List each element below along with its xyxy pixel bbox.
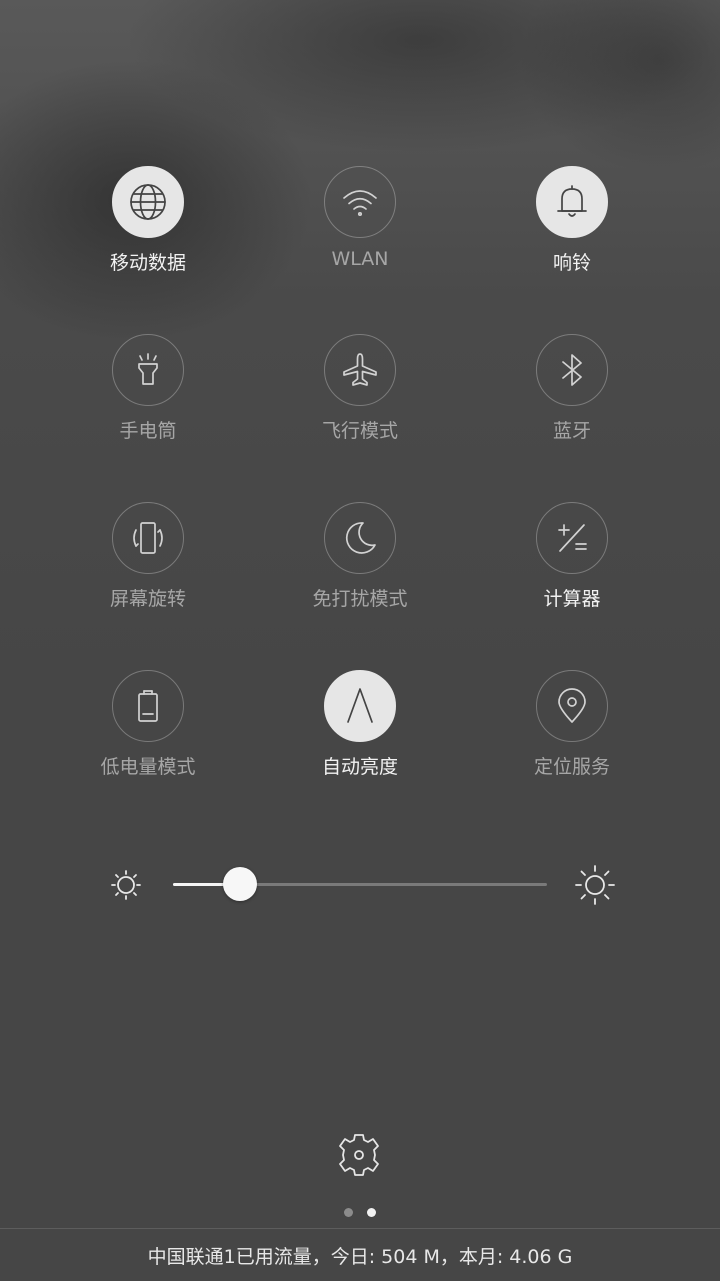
wifi-icon (343, 190, 377, 217)
flashlight-icon (138, 353, 158, 385)
tile-calculator-button[interactable] (536, 502, 608, 574)
tile-airplane-mode[interactable]: 飞行模式 (270, 334, 450, 474)
calculator-icon (558, 524, 587, 552)
airplane-icon (343, 353, 377, 386)
tile-mobile-data-label: 移动数据 (109, 252, 186, 274)
tile-bluetooth[interactable]: 蓝牙 (482, 334, 662, 474)
tile-location-services-button[interactable] (536, 670, 608, 742)
tile-screen-rotation-button[interactable] (112, 502, 184, 574)
page-dot-2-active[interactable] (367, 1208, 376, 1217)
tile-wlan[interactable]: WLAN (270, 166, 450, 306)
page-dot-1[interactable] (344, 1208, 353, 1217)
tile-screen-rotation[interactable]: 屏幕旋转 (58, 502, 238, 642)
tile-airplane-mode-button[interactable] (324, 334, 396, 406)
tile-bluetooth-button[interactable] (536, 334, 608, 406)
tile-flashlight[interactable]: 手电筒 (58, 334, 238, 474)
tile-flashlight-button[interactable] (112, 334, 184, 406)
tile-bluetooth-label: 蓝牙 (552, 420, 591, 442)
tile-ring[interactable]: 响铃 (482, 166, 662, 306)
tile-low-power-mode-button[interactable] (112, 670, 184, 742)
tile-do-not-disturb-label: 免打扰模式 (312, 588, 408, 610)
page-indicator (0, 1208, 720, 1218)
data-usage-footer: 中国联通1已用流量，今日: 504 M，本月: 4.06 G (0, 1228, 720, 1281)
tile-flashlight-label: 手电筒 (119, 420, 177, 442)
settings-button[interactable] (334, 1130, 384, 1180)
tile-location-services-label: 定位服务 (533, 756, 610, 778)
brightness-slider[interactable] (173, 867, 547, 901)
tile-mobile-data-button[interactable] (112, 166, 184, 238)
tile-wlan-label: WLAN (331, 248, 389, 270)
tile-airplane-mode-label: 飞行模式 (321, 420, 398, 442)
brightness-slider-thumb[interactable] (223, 867, 258, 901)
auto-brightness-icon (347, 688, 373, 723)
tile-calculator-label: 计算器 (543, 588, 601, 610)
tile-calculator[interactable]: 计算器 (482, 502, 662, 642)
data-usage-text: 中国联通1已用流量，今日: 504 M，本月: 4.06 G (147, 1245, 573, 1268)
tile-do-not-disturb-button[interactable] (324, 502, 396, 574)
bluetooth-icon (562, 354, 582, 386)
tile-low-power-mode[interactable]: 低电量模式 (58, 670, 238, 810)
globe-icon (130, 184, 166, 220)
location-pin-icon (558, 688, 586, 723)
tile-auto-brightness-button[interactable] (324, 670, 396, 742)
moon-icon (345, 522, 376, 554)
tile-low-power-mode-label: 低电量模式 (100, 756, 196, 778)
sun-small-icon (108, 865, 144, 909)
bell-icon (557, 185, 587, 217)
tile-ring-label: 响铃 (552, 252, 591, 274)
sun-large-icon (572, 862, 618, 912)
brightness-control (100, 860, 620, 910)
tile-mobile-data[interactable]: 移动数据 (58, 166, 238, 306)
tile-ring-button[interactable] (536, 166, 608, 238)
tile-screen-rotation-label: 屏幕旋转 (109, 588, 186, 610)
low-battery-icon (138, 690, 158, 722)
tile-wlan-button[interactable] (324, 166, 396, 238)
tile-auto-brightness[interactable]: 自动亮度 (270, 670, 450, 810)
tile-location-services[interactable]: 定位服务 (482, 670, 662, 810)
tile-auto-brightness-label: 自动亮度 (321, 756, 398, 778)
rotate-screen-icon (133, 522, 163, 554)
tile-do-not-disturb[interactable]: 免打扰模式 (270, 502, 450, 642)
gear-icon (339, 1134, 379, 1176)
